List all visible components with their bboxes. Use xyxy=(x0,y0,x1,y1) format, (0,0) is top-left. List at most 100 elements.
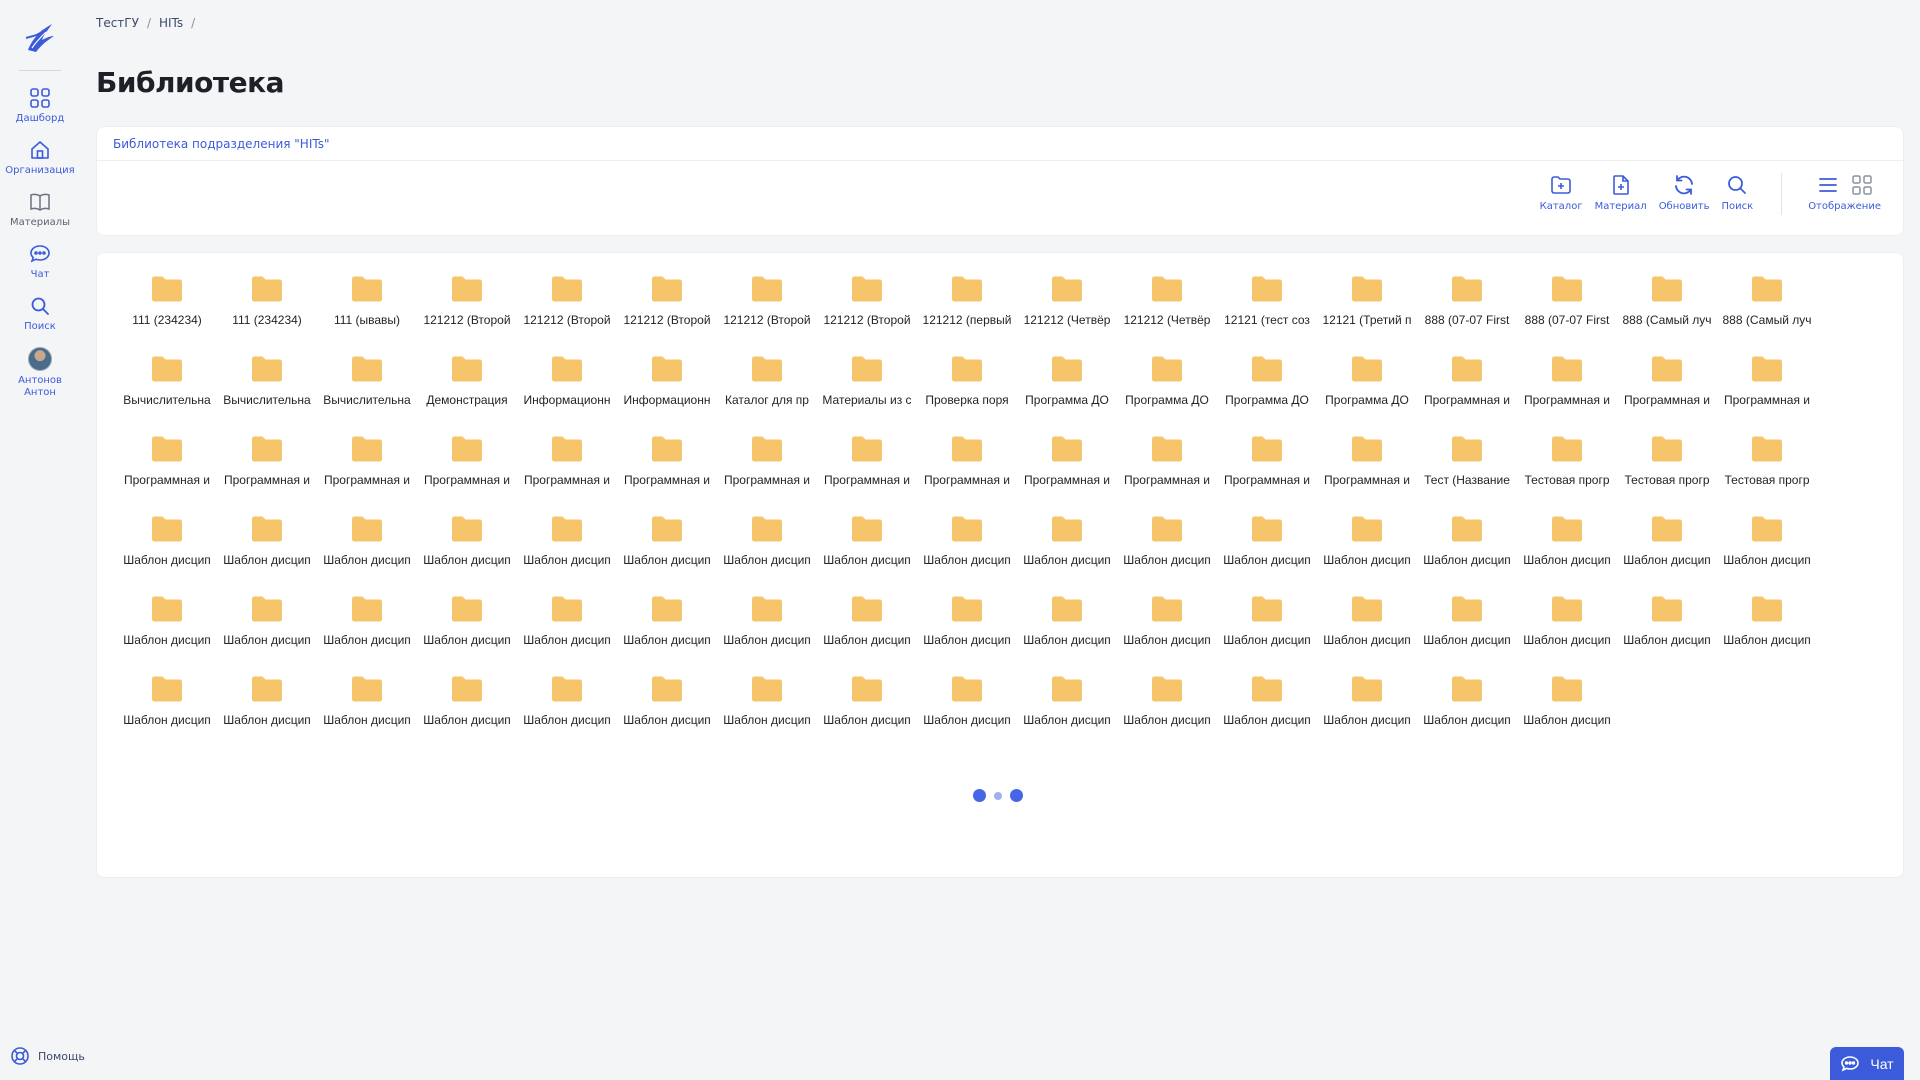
library-item-folder[interactable]: Шаблон дисцип xyxy=(817,591,917,671)
logo-icon[interactable] xyxy=(22,18,58,56)
library-item-folder[interactable]: 888 (Самый луч xyxy=(1617,271,1717,351)
help-link[interactable]: Помощь xyxy=(10,1046,85,1066)
library-item-folder[interactable]: Шаблон дисцип xyxy=(1317,591,1417,671)
library-item-folder[interactable]: Программная и xyxy=(617,431,717,511)
library-item-folder[interactable]: Шаблон дисцип xyxy=(1117,591,1217,671)
library-item-folder[interactable]: Программная и xyxy=(717,431,817,511)
library-item-folder[interactable]: 121212 (первый xyxy=(917,271,1017,351)
sidebar-item-materials[interactable]: Материалы xyxy=(0,191,80,229)
add-catalog-button[interactable]: Каталог xyxy=(1540,173,1583,212)
sidebar-item-search[interactable]: Поиск xyxy=(0,295,80,333)
library-item-folder[interactable]: Тест (Название xyxy=(1417,431,1517,511)
library-item-folder[interactable]: Шаблон дисцип xyxy=(117,511,217,591)
library-item-folder[interactable]: Шаблон дисцип xyxy=(417,511,517,591)
library-item-folder[interactable]: Шаблон дисцип xyxy=(1017,591,1117,671)
library-item-folder[interactable]: Тестовая прогр xyxy=(1717,431,1817,511)
library-item-folder[interactable]: 121212 (Второй xyxy=(517,271,617,351)
library-item-folder[interactable]: Шаблон дисцип xyxy=(317,671,417,751)
breadcrumb-item-university[interactable]: ТестГУ xyxy=(96,16,139,30)
library-item-folder[interactable]: Шаблон дисцип xyxy=(1517,671,1617,751)
library-item-folder[interactable]: Шаблон дисцип xyxy=(1417,511,1517,591)
library-item-folder[interactable]: Информационн xyxy=(617,351,717,431)
library-item-folder[interactable]: 12121 (тест соз xyxy=(1217,271,1317,351)
library-item-folder[interactable]: Шаблон дисцип xyxy=(1717,591,1817,671)
library-item-folder[interactable]: 121212 (Второй xyxy=(617,271,717,351)
library-item-folder[interactable]: Шаблон дисцип xyxy=(517,671,617,751)
library-item-folder[interactable]: Шаблон дисцип xyxy=(717,671,817,751)
library-item-folder[interactable]: Шаблон дисцип xyxy=(617,511,717,591)
library-item-folder[interactable]: Шаблон дисцип xyxy=(617,591,717,671)
library-item-folder[interactable]: 121212 (Четвёр xyxy=(1117,271,1217,351)
library-item-folder[interactable]: 111 (234234) xyxy=(217,271,317,351)
library-item-folder[interactable]: Программа ДО xyxy=(1117,351,1217,431)
library-item-folder[interactable]: Шаблон дисцип xyxy=(717,511,817,591)
library-item-folder[interactable]: Программная и xyxy=(917,431,1017,511)
search-button[interactable]: Поиск xyxy=(1722,173,1753,212)
library-item-folder[interactable]: Программная и xyxy=(1317,431,1417,511)
view-mode-toggle[interactable]: Отображение xyxy=(1808,173,1881,212)
library-item-folder[interactable]: Программная и xyxy=(117,431,217,511)
library-item-folder[interactable]: Программная и xyxy=(817,431,917,511)
library-item-folder[interactable]: Шаблон дисцип xyxy=(217,671,317,751)
library-item-folder[interactable]: Шаблон дисцип xyxy=(1117,671,1217,751)
breadcrumb-item-hits[interactable]: HITs xyxy=(159,16,183,30)
library-item-folder[interactable]: Тестовая прогр xyxy=(1517,431,1617,511)
library-item-folder[interactable]: Шаблон дисцип xyxy=(917,511,1017,591)
library-item-folder[interactable]: 121212 (Четвёр xyxy=(1017,271,1117,351)
library-item-folder[interactable]: Шаблон дисцип xyxy=(117,591,217,671)
library-item-folder[interactable]: Вычислительна xyxy=(317,351,417,431)
library-item-folder[interactable]: Программная и xyxy=(1217,431,1317,511)
library-item-folder[interactable]: Программная и xyxy=(517,431,617,511)
library-item-folder[interactable]: 121212 (Второй xyxy=(417,271,517,351)
library-item-folder[interactable]: Программная и xyxy=(1017,431,1117,511)
library-item-folder[interactable]: 121212 (Второй xyxy=(817,271,917,351)
library-item-folder[interactable]: Шаблон дисцип xyxy=(1417,591,1517,671)
grid-view-icon[interactable] xyxy=(1850,173,1874,197)
library-item-folder[interactable]: 888 (07-07 First xyxy=(1417,271,1517,351)
library-item-folder[interactable]: Программная и xyxy=(1517,351,1617,431)
library-item-folder[interactable]: Шаблон дисцип xyxy=(1317,511,1417,591)
refresh-button[interactable]: Обновить xyxy=(1659,173,1710,212)
library-item-folder[interactable]: Шаблон дисцип xyxy=(1217,671,1317,751)
library-item-folder[interactable]: Шаблон дисцип xyxy=(117,671,217,751)
library-item-folder[interactable]: Программная и xyxy=(217,431,317,511)
library-item-folder[interactable]: Шаблон дисцип xyxy=(217,511,317,591)
library-item-folder[interactable]: Программная и xyxy=(1417,351,1517,431)
library-item-folder[interactable]: 111 (234234) xyxy=(117,271,217,351)
library-item-folder[interactable]: Шаблон дисцип xyxy=(417,591,517,671)
library-item-folder[interactable]: 12121 (Третий п xyxy=(1317,271,1417,351)
library-item-folder[interactable]: Шаблон дисцип xyxy=(517,591,617,671)
sidebar-item-organization[interactable]: Организация xyxy=(0,139,80,177)
library-item-folder[interactable]: Шаблон дисцип xyxy=(1417,671,1517,751)
tab-library-division[interactable]: Библиотека подразделения "HITs" xyxy=(97,127,1903,161)
library-item-folder[interactable]: Шаблон дисцип xyxy=(917,591,1017,671)
library-item-folder[interactable]: Информационн xyxy=(517,351,617,431)
library-item-folder[interactable]: Вычислительна xyxy=(117,351,217,431)
library-item-folder[interactable]: Шаблон дисцип xyxy=(1317,671,1417,751)
library-item-folder[interactable]: Шаблон дисцип xyxy=(1517,511,1617,591)
library-item-folder[interactable]: Программная и xyxy=(417,431,517,511)
library-item-folder[interactable]: Шаблон дисцип xyxy=(1617,511,1717,591)
library-item-folder[interactable]: Вычислительна xyxy=(217,351,317,431)
library-item-folder[interactable]: Программа ДО xyxy=(1317,351,1417,431)
library-item-folder[interactable]: Программная и xyxy=(1117,431,1217,511)
library-item-folder[interactable]: Материалы из с xyxy=(817,351,917,431)
library-item-folder[interactable]: Шаблон дисцип xyxy=(817,671,917,751)
library-item-folder[interactable]: 111 (ывавы) xyxy=(317,271,417,351)
library-item-folder[interactable]: Шаблон дисцип xyxy=(417,671,517,751)
library-item-folder[interactable]: 121212 (Второй xyxy=(717,271,817,351)
library-item-folder[interactable]: Шаблон дисцип xyxy=(1717,511,1817,591)
add-material-button[interactable]: Материал xyxy=(1595,173,1647,212)
library-item-folder[interactable]: Шаблон дисцип xyxy=(1517,591,1617,671)
library-item-folder[interactable]: Шаблон дисцип xyxy=(717,591,817,671)
library-item-folder[interactable]: Шаблон дисцип xyxy=(1617,591,1717,671)
sidebar-item-dashboard[interactable]: Дашборд xyxy=(0,87,80,125)
list-view-icon[interactable] xyxy=(1816,173,1840,197)
library-item-folder[interactable]: Демонстрация xyxy=(417,351,517,431)
library-item-folder[interactable]: Программа ДО xyxy=(1017,351,1117,431)
chat-widget-button[interactable]: Чат xyxy=(1830,1047,1904,1080)
library-item-folder[interactable]: Шаблон дисцип xyxy=(1017,671,1117,751)
sidebar-item-profile[interactable]: Антонов Антон xyxy=(0,347,80,399)
library-item-folder[interactable]: Шаблон дисцип xyxy=(617,671,717,751)
library-item-folder[interactable]: Каталог для пр xyxy=(717,351,817,431)
